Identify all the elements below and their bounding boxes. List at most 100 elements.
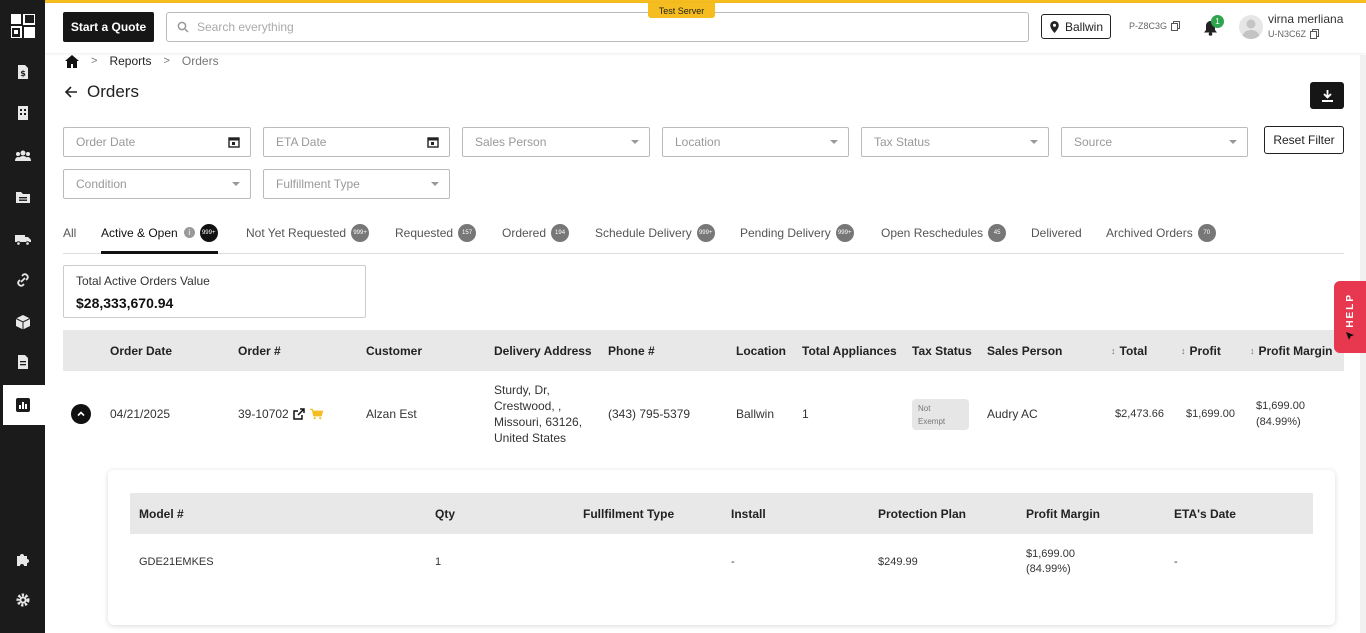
tab-label: Requested	[395, 225, 454, 240]
tax-status-select[interactable]: Tax Status	[861, 127, 1049, 157]
cell-delivery-address: Sturdy, Dr, Crestwood, , Missouri, 63126…	[494, 382, 582, 446]
item-profit-margin: $1,699.00 (84.99%)	[1026, 547, 1075, 577]
tab-not-yet-requested[interactable]: Not Yet Requested 999+	[246, 215, 370, 254]
help-label: HELP	[1344, 292, 1356, 328]
sidebar-item-delivery[interactable]	[0, 219, 45, 259]
tab-all[interactable]: All	[63, 215, 76, 254]
orders-table-header: Order Date Order # Customer Delivery Add…	[63, 330, 1344, 371]
tab-label: Ordered	[502, 225, 547, 240]
sidebar-item-files[interactable]	[0, 177, 45, 217]
sidebar-item-inventory[interactable]	[0, 302, 45, 342]
tab-schedule-delivery[interactable]: Schedule Delivery 999+	[595, 215, 715, 254]
tab-active-open[interactable]: Active & Open i 999+	[101, 215, 218, 254]
total-orders-card: Total Active Orders Value $28,333,670.94	[63, 265, 366, 318]
sort-icon: ↕	[1250, 345, 1255, 356]
copy-icon[interactable]	[1310, 29, 1320, 39]
user-avatar-icon	[1242, 19, 1260, 39]
source-placeholder: Source	[1074, 135, 1113, 149]
col-profit-margin[interactable]: ↕ Profit Margin	[1250, 330, 1333, 371]
search-input[interactable]: Search everything	[166, 12, 1029, 42]
tab-delivered[interactable]: Delivered	[1031, 215, 1082, 254]
link-icon	[16, 273, 29, 287]
sidebar-item-stores[interactable]	[0, 93, 45, 133]
caret-down-icon	[1030, 140, 1038, 144]
page-title-text: Orders	[87, 82, 139, 101]
sidebar-item-documents[interactable]	[0, 342, 45, 382]
address-line: United States	[494, 431, 567, 445]
folder-icon	[15, 192, 30, 203]
report-chart-icon	[15, 398, 30, 412]
fulfillment-type-select[interactable]: Fulfillment Type	[263, 169, 450, 199]
cart-icon[interactable]	[309, 408, 323, 420]
notification-badge: 1	[1211, 15, 1224, 28]
start-quote-button[interactable]: Start a Quote	[63, 12, 154, 42]
help-button[interactable]: HELP	[1334, 281, 1366, 353]
home-icon[interactable]	[65, 54, 79, 68]
col-tax-status[interactable]: Tax Status	[912, 330, 972, 371]
sidebar-item-integrations[interactable]	[0, 539, 45, 579]
dollar-doc-icon: $	[17, 65, 28, 79]
tab-archived-orders[interactable]: Archived Orders 70	[1106, 215, 1216, 254]
tab-label: Open Reschedules	[881, 225, 984, 240]
eta-date-filter[interactable]: ETA Date	[263, 127, 450, 157]
tax-status-placeholder: Tax Status	[874, 135, 931, 149]
tab-ordered[interactable]: Ordered 194	[502, 215, 570, 254]
source-select[interactable]: Source	[1061, 127, 1248, 157]
col-delivery-address[interactable]: Delivery Address	[494, 330, 592, 371]
tax-status-line: Exempt	[918, 417, 946, 426]
item-margin-percent: (84.99%)	[1026, 563, 1071, 575]
tab-requested[interactable]: Requested 157	[395, 215, 477, 254]
item-model: GDE21EMKES	[139, 556, 214, 568]
total-orders-value: $28,333,670.94	[76, 295, 174, 311]
sales-person-select[interactable]: Sales Person	[462, 127, 650, 157]
users-icon	[14, 150, 31, 161]
copy-icon[interactable]	[1171, 21, 1181, 31]
download-button[interactable]	[1310, 82, 1344, 109]
caret-down-icon	[431, 182, 439, 186]
location-select[interactable]: Location	[662, 127, 849, 157]
tab-open-reschedules[interactable]: Open Reschedules 45	[881, 215, 1007, 254]
col-phone[interactable]: Phone #	[608, 330, 655, 371]
sidebar-item-quotes[interactable]: $	[0, 52, 45, 92]
order-items-panel: Model # Qty Fullfilment Type Install Pro…	[108, 470, 1335, 625]
total-orders-label: Total Active Orders Value	[76, 274, 210, 288]
collapse-row-button[interactable]	[71, 404, 91, 424]
back-arrow-icon[interactable]	[64, 85, 78, 99]
cell-order-date: 04/21/2025	[110, 407, 171, 421]
tab-pending-delivery[interactable]: Pending Delivery 999+	[740, 215, 854, 254]
profile-code: P-Z8C3G	[1129, 21, 1181, 31]
avatar[interactable]	[1239, 15, 1263, 39]
breadcrumb-orders: Orders	[181, 54, 219, 68]
cell-sales-person: Audry AC	[987, 407, 1038, 421]
col-sales-person[interactable]: Sales Person	[987, 330, 1062, 371]
cursor-arrow-icon	[1346, 332, 1354, 341]
col-order-number[interactable]: Order #	[238, 330, 281, 371]
logo-icon[interactable]	[11, 14, 35, 38]
info-icon[interactable]: i	[183, 227, 195, 238]
location-button[interactable]: Ballwin	[1041, 14, 1111, 39]
col-total[interactable]: ↕ Total	[1111, 330, 1147, 371]
sidebar-item-reports[interactable]	[0, 385, 45, 425]
location-placeholder: Location	[675, 135, 721, 149]
col-item-profit-margin: Profit Margin	[1026, 506, 1100, 521]
tab-label: Archived Orders	[1106, 225, 1193, 240]
sidebar-item-users[interactable]	[0, 136, 45, 176]
col-order-date[interactable]: Order Date	[110, 330, 172, 371]
reset-filter-button[interactable]: Reset Filter	[1264, 126, 1344, 154]
calendar-icon	[228, 137, 240, 148]
external-link-icon[interactable]	[292, 408, 305, 420]
col-profit[interactable]: ↕ Profit	[1181, 330, 1221, 371]
cell-profit: $1,699.00	[1186, 408, 1235, 420]
col-customer[interactable]: Customer	[366, 330, 422, 371]
condition-select[interactable]: Condition	[63, 169, 251, 199]
breadcrumb-reports[interactable]: Reports	[109, 54, 151, 68]
col-total-appliances[interactable]: Total Appliances	[802, 330, 897, 371]
sidebar-item-links[interactable]	[0, 260, 45, 300]
svg-text:$: $	[20, 69, 26, 78]
order-date-filter[interactable]: Order Date	[63, 127, 251, 157]
caret-down-icon	[631, 140, 639, 144]
sidebar-item-settings[interactable]	[0, 580, 45, 620]
u-code-text: U-N3C6Z	[1268, 29, 1307, 39]
col-location[interactable]: Location	[736, 330, 786, 371]
order-number-link[interactable]: 39-10702	[238, 406, 289, 422]
